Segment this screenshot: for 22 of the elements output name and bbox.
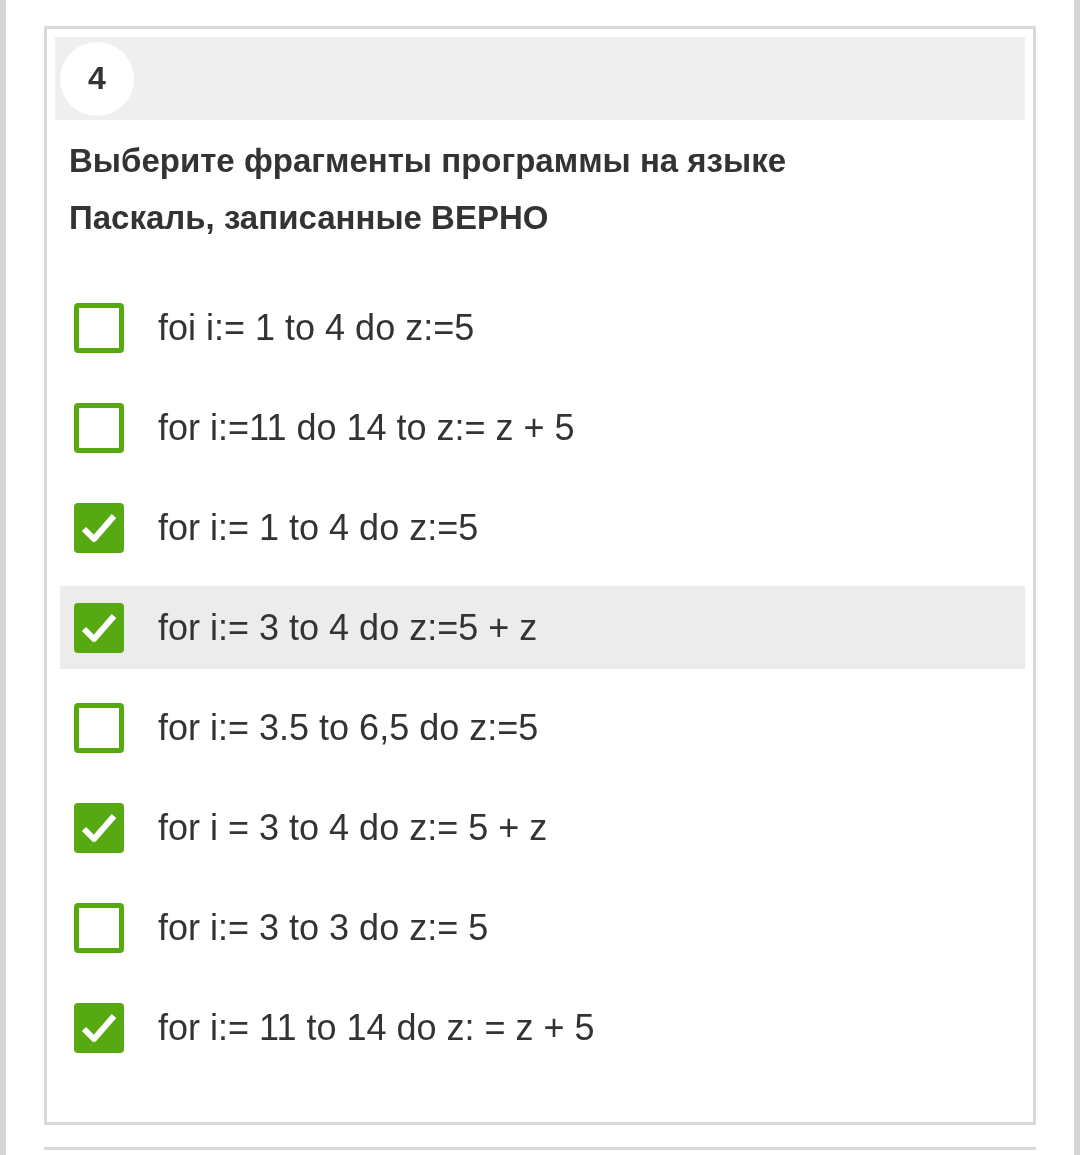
checkbox[interactable] xyxy=(74,602,124,653)
checkbox[interactable] xyxy=(74,1002,124,1053)
checkmark-icon xyxy=(81,811,117,844)
checkmark-icon xyxy=(81,511,117,544)
option-label: for i:= 3 to 4 do z:=5 + z xyxy=(158,606,538,649)
checkmark-icon xyxy=(81,1011,117,1044)
option-label: for i:=11 do 14 to z:= z + 5 xyxy=(158,406,575,449)
checkmark-icon xyxy=(81,611,117,644)
checkbox[interactable] xyxy=(74,702,124,753)
option-label: foi i:= 1 to 4 do z:=5 xyxy=(158,306,475,349)
checkbox[interactable] xyxy=(74,302,124,353)
checkbox[interactable] xyxy=(74,402,124,453)
option-label: for i:= 11 to 14 do z: = z + 5 xyxy=(158,1006,595,1049)
option-label: for i:= 1 to 4 do z:=5 xyxy=(158,506,479,549)
option-label: for i:= 3.5 to 6,5 do z:=5 xyxy=(158,706,539,749)
checkbox[interactable] xyxy=(74,902,124,953)
option-label: for i:= 3 to 3 do z:= 5 xyxy=(158,906,489,949)
option-label: for i = 3 to 4 do z:= 5 + z xyxy=(158,806,548,849)
checkbox[interactable] xyxy=(74,502,124,553)
question-text: Выберите фрагменты программы на языке Паскаль, записанные ВЕРНО xyxy=(69,141,788,238)
question-number: 4 xyxy=(60,41,134,116)
checkbox[interactable] xyxy=(74,802,124,853)
